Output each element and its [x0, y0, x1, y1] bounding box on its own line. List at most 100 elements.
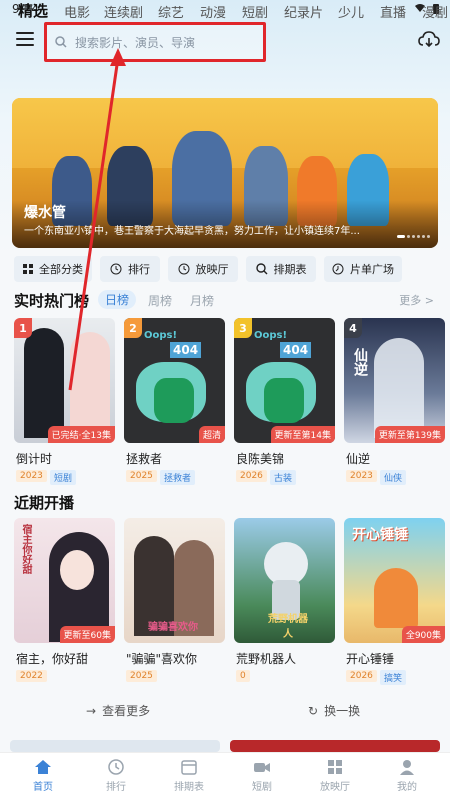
- poster-card[interactable]: 开心锤锤 全900集: [344, 518, 445, 643]
- more-link[interactable]: 更多 >: [399, 292, 434, 308]
- grid-icon: [23, 264, 33, 274]
- tab-movies[interactable]: 电影: [64, 2, 90, 21]
- poster-card[interactable]: 宿主你好甜 更新至60集: [14, 518, 115, 643]
- nav-shortdrama-label: 短剧: [252, 782, 272, 793]
- poster-card[interactable]: Oops! 404 3 更新至第14集: [234, 318, 335, 443]
- category-tag: 拯救者: [160, 470, 196, 485]
- calendar-icon: [181, 760, 197, 775]
- card-title[interactable]: 拯救者: [126, 450, 162, 467]
- search-placeholder: 搜索影片、演员、导演: [75, 35, 196, 50]
- card-title[interactable]: 仙逆: [346, 450, 370, 467]
- year-tag: 2025: [126, 670, 157, 682]
- history-icon: [332, 263, 344, 275]
- nav-ranking-label: 排行: [106, 782, 126, 793]
- card-title[interactable]: 倒计时: [16, 450, 52, 467]
- nav-home-label: 首页: [33, 782, 53, 793]
- refresh-button[interactable]: ↻ 换一换: [308, 702, 360, 719]
- nav-shortdrama[interactable]: 短剧: [237, 759, 287, 793]
- tab-series[interactable]: 连续剧: [104, 2, 143, 21]
- poster-card[interactable]: 1 已完结·全13集: [14, 318, 115, 443]
- poster-card[interactable]: Oops! 404 2 超清: [124, 318, 225, 443]
- tab-variety[interactable]: 综艺: [158, 2, 184, 21]
- rank-badge: 4: [344, 318, 362, 338]
- video-camera-icon: [254, 763, 270, 772]
- tab-anime[interactable]: 动漫: [200, 2, 226, 21]
- search-input[interactable]: 搜索影片、演员、导演: [55, 31, 255, 53]
- tab-shortdrama[interactable]: 短剧: [242, 2, 268, 21]
- nav-schedule-label: 排期表: [174, 782, 204, 793]
- poster-cheat-text: 骗骗喜欢你: [148, 622, 198, 633]
- cloud-download-icon[interactable]: [418, 30, 440, 50]
- view-more-button[interactable]: → 查看更多: [86, 702, 150, 719]
- arrow-right-icon: →: [86, 703, 97, 718]
- poster-404-text: 404: [280, 342, 312, 358]
- status-badge: 全900集: [401, 626, 445, 643]
- rank-badge: 3: [234, 318, 252, 338]
- tab-live[interactable]: 直播: [380, 2, 406, 21]
- grid-icon: [328, 760, 342, 774]
- nav-profile-label: 我的: [397, 782, 417, 793]
- year-tag: 2023: [346, 470, 377, 482]
- tab-documentary[interactable]: 纪录片: [284, 2, 323, 21]
- nav-cinema-label: 放映厅: [320, 782, 350, 793]
- schedule-button[interactable]: 排期表: [246, 256, 316, 282]
- clock-icon: [108, 759, 124, 775]
- nav-ranking[interactable]: 排行: [91, 759, 141, 793]
- search-box[interactable]: 搜索影片、演员、导演: [44, 22, 266, 62]
- refresh-icon: ↻: [308, 703, 319, 718]
- poster-oops-text: Oops!: [254, 330, 288, 341]
- card-title[interactable]: 荒野机器人: [236, 650, 296, 667]
- next-section-card[interactable]: [10, 740, 220, 752]
- playlist-square-button[interactable]: 片单广场: [324, 256, 402, 282]
- status-badge: 更新至60集: [59, 626, 115, 643]
- playlist-square-label: 片单广场: [350, 263, 394, 276]
- ranking-label: 排行: [128, 263, 150, 276]
- card-title[interactable]: "骗骗"喜欢你: [126, 650, 197, 667]
- clock-icon: [110, 263, 122, 275]
- status-badge: 已完结·全13集: [47, 426, 115, 443]
- home-icon: [35, 760, 51, 774]
- cinema-button[interactable]: 放映厅: [168, 256, 238, 282]
- card-title[interactable]: 开心锤锤: [346, 650, 394, 667]
- ranking-button[interactable]: 排行: [100, 256, 160, 282]
- all-categories-label: 全部分类: [39, 263, 83, 276]
- rank-badge: 2: [124, 318, 142, 338]
- year-tag: 2022: [16, 670, 47, 682]
- poster-card[interactable]: 仙逆 4 更新至第139集: [344, 318, 445, 443]
- poster-happy-text: 开心锤锤: [352, 527, 408, 543]
- year-tag: 2026: [236, 470, 267, 482]
- card-title[interactable]: 良陈美锦: [236, 450, 284, 467]
- poster-card[interactable]: 荒野机器人: [234, 518, 335, 643]
- search-icon: [255, 263, 267, 275]
- schedule-label: 排期表: [273, 263, 307, 276]
- nav-cinema[interactable]: 放映厅: [310, 759, 360, 793]
- nav-schedule[interactable]: 排期表: [164, 759, 214, 793]
- card-title[interactable]: 宿主，你好甜: [16, 650, 88, 667]
- next-section-card[interactable]: [230, 740, 440, 752]
- upcoming-title: 近期开播: [14, 494, 75, 512]
- year-tag: 2023: [16, 470, 47, 482]
- tab-featured[interactable]: 精选: [18, 0, 48, 21]
- year-tag: 2026: [346, 670, 377, 682]
- status-badge: 更新至第139集: [374, 426, 445, 443]
- featured-banner[interactable]: 爆水管 一个东南亚小镇中，巷王警察于大海起早贪黑，努力工作，让小镇连续7年...: [12, 98, 438, 248]
- poster-card[interactable]: 骗骗喜欢你: [124, 518, 225, 643]
- refresh-label: 换一换: [324, 704, 361, 718]
- category-tag: 搞笑: [380, 670, 407, 685]
- category-tag: 古装: [270, 470, 297, 485]
- tab-kids[interactable]: 少儿: [338, 2, 364, 21]
- nav-profile[interactable]: 我的: [382, 759, 432, 793]
- menu-icon[interactable]: [16, 32, 34, 48]
- tab-daily[interactable]: 日榜: [98, 290, 137, 309]
- banner-pagination: [397, 235, 430, 238]
- rank-badge: 1: [14, 318, 32, 338]
- tab-monthly[interactable]: 月榜: [190, 292, 214, 309]
- user-icon: [400, 760, 414, 775]
- nav-home[interactable]: 首页: [18, 759, 68, 793]
- cinema-label: 放映厅: [195, 263, 229, 276]
- tab-comic[interactable]: 漫剧: [422, 2, 448, 21]
- status-badge: 更新至第14集: [270, 426, 335, 443]
- tab-weekly[interactable]: 周榜: [148, 292, 172, 309]
- all-categories-button[interactable]: 全部分类: [14, 256, 92, 282]
- poster-404-text: 404: [170, 342, 202, 358]
